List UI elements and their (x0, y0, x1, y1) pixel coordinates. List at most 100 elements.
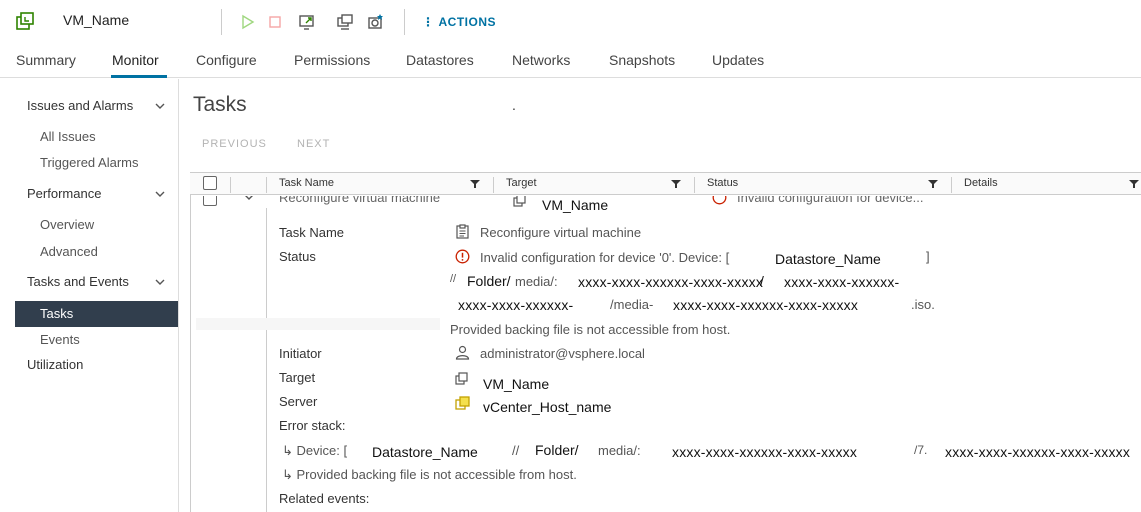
status-label: Status (279, 249, 316, 264)
clipboard-icon (456, 224, 469, 239)
status-media-2: /media- (610, 297, 654, 312)
migrate-icon[interactable] (336, 13, 354, 31)
divider (221, 9, 222, 35)
row-task-name[interactable]: Reconfigure virtual machine (279, 196, 440, 205)
tab-permissions[interactable]: Permissions (294, 52, 370, 68)
tasks-grid (190, 172, 1141, 512)
status-datastore-name: Datastore_Name (775, 251, 881, 267)
error-stack-line-1: ↳ Device: [ (282, 443, 348, 458)
column-header-task-name[interactable]: Task Name (279, 177, 334, 189)
error-stack-media: media/: (598, 443, 641, 458)
status-media: media/: (515, 274, 558, 289)
tab-monitor[interactable]: Monitor (112, 52, 159, 68)
status-message-line-1: Invalid configuration for device '0'. De… (480, 250, 730, 265)
sidebar-item-advanced[interactable]: Advanced (40, 244, 98, 259)
column-header-status[interactable]: Status (707, 177, 738, 189)
user-icon (455, 345, 470, 360)
grid-header: Task Name Target Status Details (190, 172, 1141, 195)
tab-summary[interactable]: Summary (16, 52, 76, 68)
vm-icon (513, 196, 526, 207)
error-stack-label: Error stack: (279, 418, 346, 433)
chevron-down-icon[interactable] (154, 100, 166, 112)
error-stack-id-1: xxxx-xxxx-xxxxxx-xxxx-xxxxx (672, 444, 858, 460)
column-divider (230, 177, 231, 193)
column-header-target[interactable]: Target (506, 177, 537, 189)
chevron-down-icon[interactable] (154, 188, 166, 200)
related-events-label: Related events: (279, 491, 370, 506)
status-extension: .iso. (911, 297, 935, 312)
column-divider (951, 177, 952, 193)
redacted-area (196, 318, 440, 330)
tab-networks[interactable]: Networks (512, 52, 570, 68)
sidebar-item-utilization[interactable]: Utilization (27, 357, 83, 372)
error-icon (455, 249, 470, 264)
vcenter-icon (455, 396, 470, 410)
initiator-value: administrator@vsphere.local (480, 346, 645, 361)
row-checkbox[interactable] (203, 196, 217, 206)
filter-icon[interactable] (671, 179, 681, 189)
status-id-2: xxxx-xxxx-xxxxxx- (784, 274, 900, 290)
page-title: Tasks (193, 93, 247, 116)
sidebar-group-tasks-and-events[interactable]: Tasks and Events (27, 274, 129, 289)
tab-updates[interactable]: Updates (712, 52, 764, 68)
initiator-label: Initiator (279, 346, 322, 361)
filter-icon[interactable] (1129, 179, 1139, 189)
status-id-3: xxxx-xxxx-xxxxxx- (458, 297, 574, 313)
stray-dot: . (512, 97, 516, 113)
tab-configure[interactable]: Configure (196, 52, 257, 68)
status-id-4: xxxx-xxxx-xxxxxx-xxxx-xxxxx (673, 297, 859, 313)
status-slashes: // (450, 273, 457, 285)
error-stack-folder: Folder/ (535, 442, 579, 458)
filter-icon[interactable] (928, 179, 938, 189)
tab-datastores[interactable]: Datastores (406, 52, 474, 68)
server-value[interactable]: vCenter_Host_name (483, 399, 611, 415)
column-divider (694, 177, 695, 193)
error-icon (712, 196, 727, 205)
chevron-down-icon[interactable] (243, 196, 255, 203)
task-name-value: Reconfigure virtual machine (480, 225, 642, 240)
status-bracket: ] (926, 249, 930, 264)
object-tabs: Summary Monitor Configure Permissions Da… (0, 46, 1141, 78)
snapshot-icon[interactable] (367, 13, 385, 31)
actions-menu-button[interactable]: ⋮ ACTIONS (422, 15, 496, 29)
select-all-checkbox[interactable] (203, 176, 217, 190)
target-value[interactable]: VM_Name (483, 376, 549, 392)
table-row[interactable]: Reconfigure virtual machine Invalid conf… (191, 196, 1141, 208)
target-label: Target (279, 370, 316, 385)
error-stack-separator: /7. (914, 443, 928, 457)
tab-snapshots[interactable]: Snapshots (609, 52, 675, 68)
vm-icon (455, 372, 468, 385)
detail-divider (266, 208, 267, 512)
sidebar-item-triggered-alarms[interactable]: Triggered Alarms (40, 155, 139, 170)
object-header: VM_Name ⋮ ACTIONS (0, 0, 1141, 42)
vm-icon (16, 12, 34, 30)
more-vertical-icon: ⋮ (422, 15, 435, 29)
previous-button[interactable]: PREVIOUS (202, 138, 267, 150)
sidebar-item-events[interactable]: Events (40, 332, 80, 347)
next-button[interactable]: NEXT (297, 138, 330, 150)
divider (404, 9, 405, 35)
sidebar-item-tasks-label: Tasks (40, 306, 74, 321)
chevron-down-icon[interactable] (154, 276, 166, 288)
error-stack-datastore: Datastore_Name (372, 444, 478, 460)
column-divider (493, 177, 494, 193)
error-stack-id-2: xxxx-xxxx-xxxxxx-xxxx-xxxxx (945, 444, 1131, 460)
power-off-icon[interactable] (266, 13, 284, 31)
status-slash: / (760, 273, 764, 289)
vm-name: VM_Name (63, 12, 130, 28)
column-divider (266, 177, 267, 193)
column-header-details[interactable]: Details (964, 177, 998, 189)
row-target[interactable]: VM_Name (542, 197, 608, 213)
status-id-1: xxxx-xxxx-xxxxxx-xxxx-xxxxx (578, 274, 764, 290)
power-on-icon[interactable] (239, 13, 257, 31)
sidebar-group-performance[interactable]: Performance (27, 186, 101, 201)
sidebar-group-issues-and-alarms[interactable]: Issues and Alarms (27, 98, 133, 113)
error-stack-slashes: // (512, 443, 520, 458)
sidebar-item-all-issues[interactable]: All Issues (40, 129, 96, 144)
sidebar-item-overview[interactable]: Overview (40, 217, 94, 232)
row-status: Invalid configuration for device... (737, 196, 924, 205)
error-stack-line-2: ↳ Provided backing file is not accessibl… (282, 467, 577, 482)
server-label: Server (279, 394, 318, 409)
filter-icon[interactable] (470, 179, 480, 189)
launch-console-icon[interactable] (298, 13, 316, 31)
